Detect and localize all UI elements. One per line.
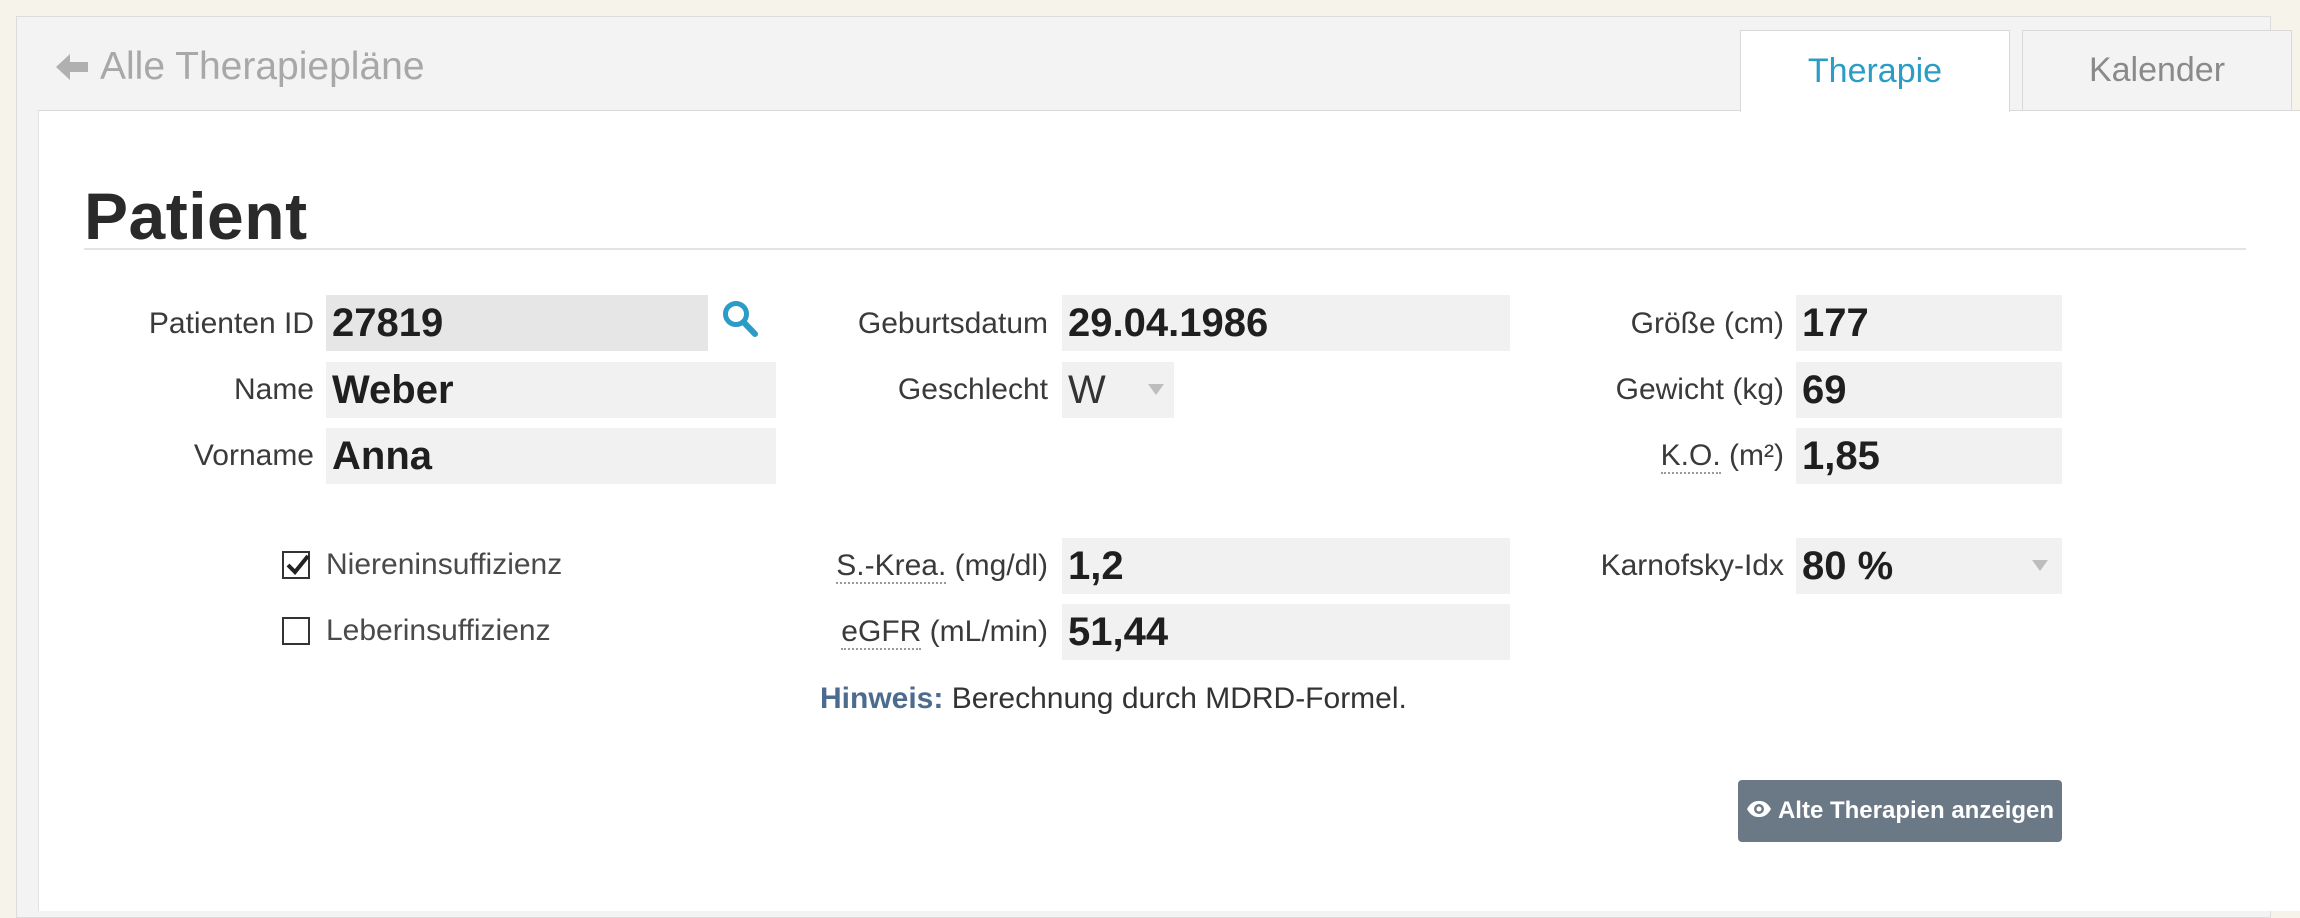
- skrea-input[interactable]: [1062, 538, 1510, 594]
- skrea-abbr: S.-Krea.: [836, 549, 947, 584]
- back-link-label: Alle Therapiepläne: [100, 45, 425, 88]
- karnofsky-select[interactable]: 80 %: [1796, 538, 2062, 594]
- gender-select[interactable]: W: [1062, 362, 1174, 418]
- weight-label: Gewicht (kg): [1615, 373, 1784, 406]
- hepatic-checkbox[interactable]: [282, 617, 310, 645]
- eye-icon: [1746, 797, 1772, 825]
- name-input[interactable]: [326, 362, 776, 418]
- arrow-left-icon: [56, 52, 88, 82]
- birthdate-label: Geburtsdatum: [857, 307, 1048, 340]
- height-label: Größe (cm): [1630, 307, 1784, 340]
- karnofsky-value: 80 %: [1802, 544, 1894, 588]
- height-input[interactable]: [1796, 295, 2062, 351]
- hepatic-insufficiency-checkbox-row[interactable]: Leberinsuffizienz: [282, 614, 551, 648]
- birthdate-input[interactable]: [1062, 295, 1510, 351]
- egfr-label: eGFR (mL/min): [841, 604, 1048, 660]
- name-label: Name: [233, 373, 314, 406]
- show-old-therapies-button[interactable]: Alte Therapien anzeigen: [1738, 780, 2062, 842]
- egfr-unit: (mL/min): [929, 615, 1048, 648]
- hint-label: Hinweis:: [820, 682, 944, 715]
- egfr-abbr: eGFR: [841, 615, 922, 650]
- vorname-input[interactable]: [326, 428, 776, 484]
- skrea-unit: (mg/dl): [954, 549, 1048, 582]
- vorname-label: Vorname: [193, 439, 314, 472]
- ko-unit: (m²): [1729, 439, 1784, 472]
- ko-label: K.O. (m²): [1660, 428, 1784, 484]
- ko-input[interactable]: [1796, 428, 2062, 484]
- renal-label: Niereninsuffizienz: [326, 548, 563, 581]
- show-old-therapies-label: Alte Therapien anzeigen: [1777, 797, 2055, 824]
- ko-abbr: K.O.: [1660, 439, 1721, 474]
- patient-id-label: Patienten ID: [148, 307, 314, 340]
- gender-value: W: [1068, 368, 1106, 412]
- renal-checkbox[interactable]: [282, 551, 310, 579]
- back-link[interactable]: Alle Therapiepläne: [56, 42, 425, 92]
- search-icon[interactable]: [722, 300, 758, 343]
- chevron-down-icon: [2032, 560, 2048, 571]
- karnofsky-label: Karnofsky-Idx: [1600, 549, 1784, 582]
- tab-kalender[interactable]: Kalender: [2022, 30, 2292, 110]
- page-title: Patient: [84, 179, 308, 253]
- chevron-down-icon: [1148, 384, 1164, 395]
- gender-label: Geschlecht: [897, 373, 1048, 406]
- title-divider: [84, 248, 2246, 250]
- tab-therapie[interactable]: Therapie: [1740, 30, 2010, 112]
- hint-text: Hinweis: Berechnung durch MDRD-Formel.: [820, 682, 1407, 716]
- renal-insufficiency-checkbox-row[interactable]: Niereninsuffizienz: [282, 548, 562, 582]
- hepatic-label: Leberinsuffizienz: [326, 614, 551, 647]
- patient-id-input[interactable]: [326, 295, 708, 351]
- weight-input[interactable]: [1796, 362, 2062, 418]
- hint-body: Berechnung durch MDRD-Formel.: [951, 682, 1407, 715]
- skrea-label: S.-Krea. (mg/dl): [836, 538, 1048, 594]
- egfr-input[interactable]: [1062, 604, 1510, 660]
